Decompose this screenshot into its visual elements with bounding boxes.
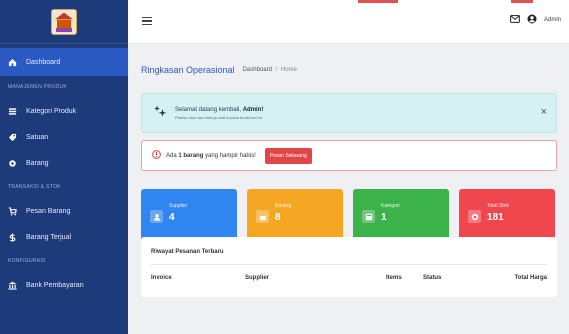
welcome-subtitle: Pantau stok dan kinerja usaha pada Anda … bbox=[175, 114, 264, 120]
gear-icon bbox=[8, 159, 17, 168]
home-icon bbox=[8, 58, 17, 67]
divider bbox=[151, 264, 547, 265]
sidebar-item-label: Pesan Barang bbox=[26, 207, 71, 215]
top-accent-bar bbox=[358, 0, 398, 3]
sidebar-section-header: MANAJEMEN PRODUK bbox=[8, 84, 67, 90]
stock-icon bbox=[468, 210, 481, 223]
welcome-title: Selamat datang kembali, Admin! bbox=[175, 107, 263, 113]
alert-text: Ada 1 barang yang hampir habis! bbox=[166, 153, 256, 159]
stat-value: 181 bbox=[487, 212, 504, 223]
sidebar-item-label: Barang Terjual bbox=[26, 233, 72, 241]
sidebar-section-header: KONFIGURASI bbox=[8, 258, 46, 264]
recent-orders-title: Riwayat Pesanan Terbaru bbox=[151, 249, 224, 255]
money-icon bbox=[8, 232, 17, 242]
sidebar-item-satuan[interactable]: Satuan bbox=[0, 124, 128, 150]
stat-label: Barang bbox=[275, 203, 292, 209]
bank-icon bbox=[8, 281, 17, 290]
stat-label: Total Stok bbox=[487, 203, 509, 209]
breadcrumb: Dashboard / Home bbox=[243, 67, 297, 73]
column-header-items: Items bbox=[386, 275, 402, 281]
welcome-prefix: Selamat datang kembali, bbox=[175, 106, 242, 113]
box-icon bbox=[256, 210, 269, 223]
category-icon bbox=[362, 210, 375, 223]
column-header-total-harga: Total Harga bbox=[514, 275, 547, 281]
sidebar-item-barang-terjual[interactable]: Barang Terjual bbox=[0, 224, 128, 250]
sidebar-item-pesan-barang[interactable]: Pesan Barang bbox=[0, 198, 128, 224]
breadcrumb-separator: / bbox=[275, 67, 278, 73]
brand[interactable] bbox=[0, 0, 128, 44]
sidebar-item-bank-pembayaran[interactable]: Bank Pembayaran bbox=[0, 272, 128, 298]
stat-card-kategori[interactable]: Kategori 1 bbox=[353, 189, 449, 244]
users-icon bbox=[150, 210, 163, 223]
welcome-text: Selamat datang kembali, Admin! Pantau st… bbox=[175, 107, 263, 120]
stat-label: Supplier bbox=[169, 203, 188, 209]
order-now-button[interactable]: Pesan Sekarang bbox=[264, 147, 312, 164]
stat-value: 8 bbox=[275, 212, 281, 223]
warning-icon bbox=[152, 150, 161, 161]
stat-label: Kategori bbox=[381, 203, 400, 209]
recent-orders-card: Riwayat Pesanan Terbaru Invoice Supplier… bbox=[141, 237, 557, 297]
cart-icon bbox=[8, 206, 17, 216]
stat-value: 1 bbox=[381, 212, 387, 223]
top-accent-bar bbox=[511, 0, 533, 3]
welcome-banner: Selamat datang kembali, Admin! Pantau st… bbox=[141, 93, 557, 133]
stat-card-supplier[interactable]: Supplier 4 bbox=[141, 189, 237, 244]
sidebar-section-header: TRANSAKSI & STOK bbox=[8, 184, 61, 190]
stat-card-total-stok[interactable]: Total Stok 181 bbox=[459, 189, 555, 244]
sidebar-item-label: Kategori Produk bbox=[26, 107, 77, 115]
sidebar-item-label: Bank Pembayaran bbox=[26, 281, 84, 289]
store-logo-icon bbox=[51, 8, 77, 35]
sparkle-icon bbox=[154, 104, 167, 122]
user-avatar-icon[interactable] bbox=[527, 14, 537, 26]
sidebar-item-kategori-produk[interactable]: Kategori Produk bbox=[0, 98, 128, 124]
welcome-user-name: Admin! bbox=[242, 106, 264, 113]
tag-icon bbox=[8, 133, 17, 142]
sidebar-item-label: Barang bbox=[26, 159, 49, 167]
breadcrumb-dashboard[interactable]: Dashboard bbox=[243, 67, 272, 73]
topbar: Admin bbox=[128, 0, 569, 44]
alert-suffix: yang hampir habis! bbox=[205, 152, 256, 159]
sidebar: Dashboard MANAJEMEN PRODUK Kategori Prod… bbox=[0, 0, 128, 334]
title-row: Ringkasan Operasional Dashboard / Home bbox=[141, 53, 557, 87]
breadcrumb-home: Home bbox=[280, 67, 297, 73]
topbar-actions: Admin bbox=[510, 14, 561, 26]
user-name[interactable]: Admin bbox=[544, 17, 561, 23]
close-icon[interactable]: × bbox=[541, 106, 547, 118]
page-title: Ringkasan Operasional bbox=[141, 65, 235, 75]
stats-row: Supplier 4 Barang 8 Kategori 1 Total Sto… bbox=[141, 189, 557, 244]
menu-toggle-icon[interactable] bbox=[142, 17, 152, 27]
alert-prefix: Ada bbox=[166, 152, 177, 159]
column-header-invoice: Invoice bbox=[151, 275, 172, 281]
sidebar-item-label: Dashboard bbox=[26, 58, 61, 66]
mail-icon[interactable] bbox=[510, 15, 520, 25]
low-stock-alert: Ada 1 barang yang hampir habis! Pesan Se… bbox=[141, 140, 557, 171]
sidebar-item-label: Satuan bbox=[26, 133, 49, 141]
list-icon bbox=[8, 107, 17, 116]
sidebar-item-dashboard[interactable]: Dashboard bbox=[0, 48, 128, 76]
stat-card-barang[interactable]: Barang 8 bbox=[247, 189, 343, 244]
alert-count: 1 barang bbox=[178, 152, 204, 159]
column-header-status: Status bbox=[423, 275, 442, 281]
sidebar-item-barang[interactable]: Barang bbox=[0, 150, 128, 176]
stat-value: 4 bbox=[169, 212, 175, 223]
column-header-supplier: Supplier bbox=[245, 275, 270, 281]
